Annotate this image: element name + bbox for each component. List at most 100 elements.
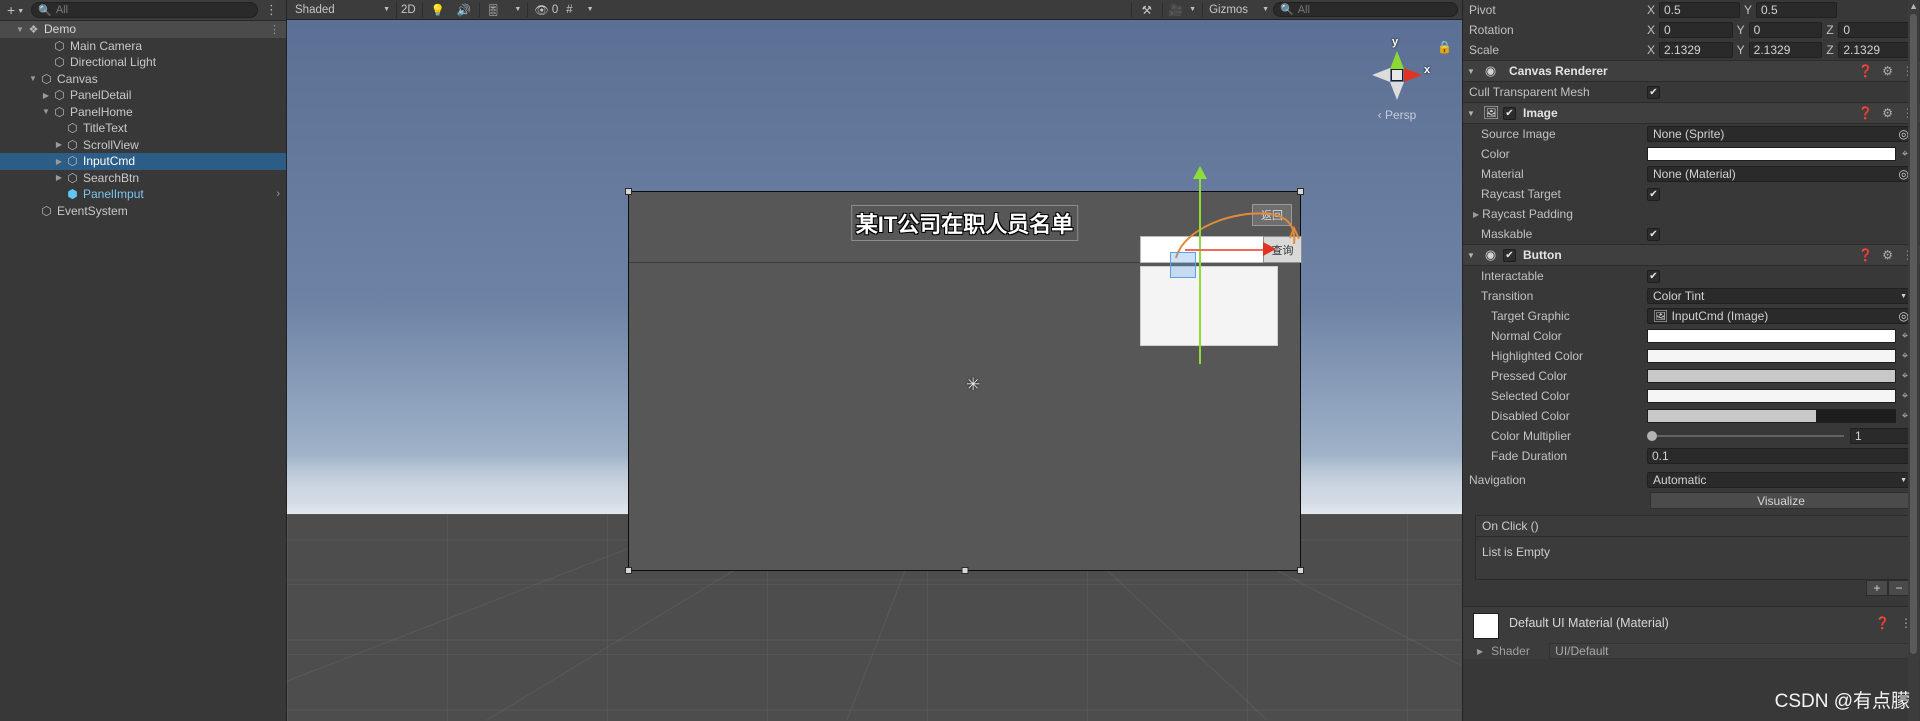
image-material-field[interactable]: None (Material) ◎ — [1647, 166, 1912, 182]
button-component-header[interactable]: ▼ ◉ ✔ Button ❓ ⚙ ⋮ — [1463, 244, 1920, 266]
axis-gizmo-center[interactable] — [1391, 69, 1403, 81]
hierarchy-menu-icon[interactable]: ⋮ — [262, 2, 282, 18]
hierarchy-item-directional-light[interactable]: Directional Light — [0, 54, 286, 71]
grid-dropdown[interactable]: ▼ — [577, 1, 598, 19]
chevron-right-icon[interactable]: ▶ — [1477, 647, 1483, 656]
target-graphic-field[interactable]: 🖼 InputCmd (Image) ◎ — [1647, 308, 1912, 324]
preset-icon[interactable]: ⚙ — [1882, 248, 1893, 262]
disabled-color-swatch[interactable] — [1647, 409, 1896, 423]
selection-handle[interactable] — [625, 188, 632, 195]
shading-mode-dropdown[interactable]: Shaded ▼ — [289, 0, 397, 19]
scene-fx-toggle[interactable]: 🎚 — [482, 1, 505, 19]
selection-handle[interactable] — [1297, 188, 1304, 195]
image-color-swatch[interactable] — [1647, 147, 1896, 161]
gizmos-dropdown[interactable]: ▼ — [1252, 1, 1273, 19]
move-gizmo-x-axis[interactable] — [1185, 249, 1270, 251]
hierarchy-search-input[interactable]: 🔍 All — [31, 2, 258, 18]
hierarchy-item-panelhome[interactable]: PanelHome — [0, 104, 286, 121]
scene-camera-button[interactable]: 🎥 ▼ — [1165, 1, 1200, 19]
color-multiplier-slider[interactable] — [1647, 431, 1844, 441]
move-gizmo-y-axis[interactable] — [1199, 174, 1201, 364]
interactable-checkbox[interactable]: ✔ — [1647, 269, 1660, 283]
gizmos-button[interactable]: Gizmos — [1205, 1, 1252, 19]
scene-tools-button[interactable]: ⚒ — [1134, 1, 1160, 19]
scrollbar-thumb[interactable] — [1910, 14, 1917, 654]
hierarchy-item-titletext[interactable]: TitleText — [0, 120, 286, 137]
move-gizmo-x-arrowhead[interactable] — [1263, 242, 1276, 256]
selection-handle[interactable] — [961, 567, 968, 574]
help-icon[interactable]: ❓ — [1875, 616, 1890, 630]
grid-visibility-toggle[interactable]: # — [562, 1, 576, 19]
chevron-down-icon[interactable] — [40, 107, 52, 116]
highlighted-color-swatch[interactable] — [1647, 349, 1896, 363]
cull-transparent-mesh-checkbox[interactable]: ✔ — [1647, 85, 1660, 99]
image-enabled-checkbox[interactable]: ✔ — [1503, 106, 1516, 120]
rotation-x-field[interactable]: 0 — [1659, 22, 1733, 38]
hierarchy-item-searchbtn[interactable]: SearchBtn — [0, 170, 286, 187]
help-icon[interactable]: ❓ — [1858, 106, 1873, 120]
preset-icon[interactable]: ⚙ — [1882, 106, 1893, 120]
hidden-objects-toggle[interactable]: 👁 0 — [530, 1, 562, 19]
fade-duration-field[interactable]: 0.1 — [1647, 448, 1912, 464]
chevron-right-icon[interactable] — [53, 140, 65, 149]
shader-value[interactable]: UI/Default — [1549, 643, 1912, 659]
chevron-down-icon[interactable]: ▼ — [1467, 251, 1478, 260]
chevron-down-icon[interactable]: ▼ — [1467, 109, 1478, 118]
scale-x-field[interactable]: 2.1329 — [1659, 42, 1733, 58]
axis-gizmo-negx-cone[interactable] — [1372, 68, 1390, 82]
scale-z-field[interactable]: 2.1329 — [1838, 42, 1913, 58]
chevron-down-icon[interactable]: ▼ — [1467, 67, 1478, 76]
rotation-z-field[interactable]: 0 — [1838, 22, 1913, 38]
axis-gizmo-x-cone[interactable] — [1404, 68, 1422, 82]
scene-audio-toggle[interactable]: 🔊 — [451, 1, 477, 19]
chevron-down-icon[interactable] — [27, 74, 39, 83]
color-multiplier-value[interactable]: 1 — [1850, 428, 1912, 444]
image-component-header[interactable]: ▼ 🖼 ✔ Image ❓ ⚙ ⋮ — [1463, 102, 1920, 124]
visualize-button[interactable]: Visualize — [1650, 492, 1912, 509]
hierarchy-item-inputcmd[interactable]: InputCmd — [0, 153, 286, 170]
button-enabled-checkbox[interactable]: ✔ — [1503, 248, 1516, 262]
transition-dropdown[interactable]: Color Tint ▼ — [1647, 288, 1912, 304]
maskable-checkbox[interactable]: ✔ — [1647, 227, 1660, 241]
chevron-right-icon[interactable] — [40, 91, 52, 100]
scene-viewport[interactable]: 某IT公司在职人员名单 返回 查询 ✳ y x ‹ Persp 🔒 — [287, 20, 1462, 721]
move-gizmo-y-arrowhead[interactable] — [1193, 166, 1207, 179]
raycast-padding-row[interactable]: ▶ Raycast Padding — [1463, 204, 1920, 224]
canvas-renderer-header[interactable]: ▼ ◉ Canvas Renderer ❓ ⚙ ⋮ — [1463, 60, 1920, 82]
perspective-mode-label[interactable]: ‹ Persp — [1360, 108, 1434, 122]
remove-listener-button[interactable]: − — [1888, 580, 1910, 596]
chevron-down-icon[interactable] — [14, 25, 26, 34]
chevron-right-icon[interactable]: ▶ — [1469, 210, 1482, 219]
scale-y-field[interactable]: 2.1329 — [1748, 42, 1823, 58]
hierarchy-item-paneldetail[interactable]: PanelDetail — [0, 87, 286, 104]
chevron-right-icon[interactable] — [53, 173, 65, 182]
hierarchy-item-demo[interactable]: Demo ⋮ — [0, 21, 286, 38]
prefab-open-icon[interactable]: › — [276, 188, 281, 200]
navigation-dropdown[interactable]: Automatic ▼ — [1647, 472, 1912, 488]
pressed-color-swatch[interactable] — [1647, 369, 1896, 383]
scene-search-input[interactable]: 🔍 All — [1273, 2, 1458, 17]
hierarchy-item-canvas[interactable]: Canvas — [0, 71, 286, 88]
toggle-2d-button[interactable]: 2D — [397, 1, 420, 19]
normal-color-swatch[interactable] — [1647, 329, 1896, 343]
hierarchy-item-main-camera[interactable]: Main Camera — [0, 38, 286, 55]
selection-handle[interactable] — [1297, 567, 1304, 574]
inspector-scrollbar[interactable] — [1908, 0, 1919, 721]
scene-context-menu-icon[interactable]: ⋮ — [269, 23, 281, 36]
return-button[interactable]: 返回 — [1252, 204, 1292, 226]
preset-icon[interactable]: ⚙ — [1882, 64, 1893, 78]
scroll-up-icon[interactable]: ▲ — [1909, 1, 1918, 11]
selected-color-swatch[interactable] — [1647, 389, 1896, 403]
move-gizmo-z-plane[interactable] — [1170, 252, 1196, 278]
source-image-field[interactable]: None (Sprite) ◎ — [1647, 126, 1912, 142]
scene-lighting-toggle[interactable]: 💡 — [425, 1, 451, 19]
scene-fx-dropdown[interactable]: ▼ — [504, 1, 525, 19]
axis-gizmo-negy-cone[interactable] — [1390, 82, 1404, 100]
add-listener-button[interactable]: + — [1866, 580, 1888, 596]
lock-icon[interactable]: 🔒 — [1437, 40, 1452, 54]
hierarchy-item-eventsystem[interactable]: EventSystem — [0, 203, 286, 220]
pivot-y-field[interactable]: 0.5 — [1756, 2, 1837, 18]
chevron-right-icon[interactable] — [53, 157, 65, 166]
rotation-y-field[interactable]: 0 — [1748, 22, 1823, 38]
axis-gizmo-y-cone[interactable] — [1390, 51, 1404, 69]
